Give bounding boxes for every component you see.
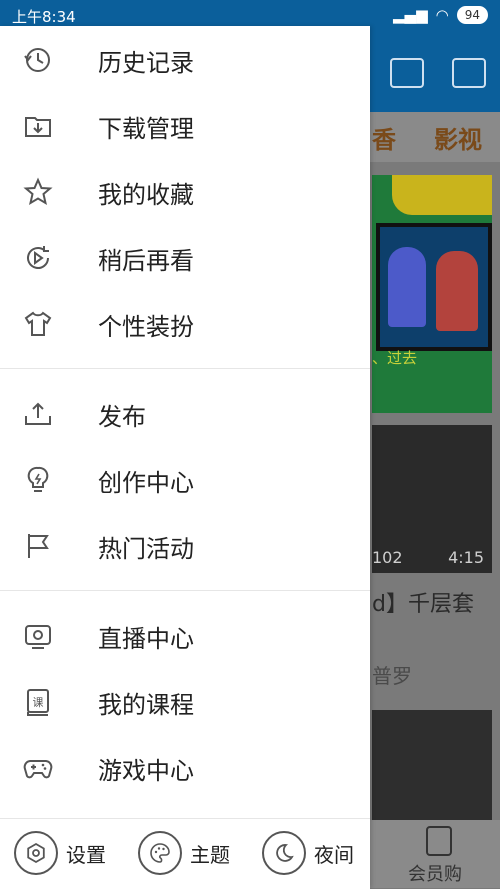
video-thumbnail-2[interactable]: 102 4:15 [372,425,492,573]
course-book-icon: 课 [27,689,49,716]
menu-item-downloads[interactable]: 下载管理 [0,98,370,154]
menu-item-my-courses[interactable]: 课 我的课程 [0,674,370,730]
menu-item-history[interactable]: 历史记录 [0,32,370,88]
nav-member-shop[interactable]: 会员购 [408,860,462,886]
status-time: 上午8:34 [12,8,76,26]
star-icon [23,177,53,206]
divider [0,368,370,369]
menu-item-hot-events[interactable]: 热门活动 [0,518,370,574]
bottom-nav: 会员购 [370,820,500,888]
video-thumbnail-3[interactable] [372,710,492,820]
menu-label: 下载管理 [98,114,194,143]
history-icon [24,48,50,72]
menu-label: 创作中心 [98,468,194,497]
menu-item-creator-center[interactable]: 创作中心 [0,452,370,508]
drawer-bottom-bar: 设置 主题 夜间 [0,818,370,889]
theme-label: 主题 [190,842,230,867]
tv-icon [25,625,51,649]
battery-level: 94 [456,6,488,24]
mail-icon[interactable] [452,58,486,88]
menu-label: 历史记录 [98,48,194,77]
video-duration: 4:15 [448,548,484,567]
watch-later-icon [27,246,49,269]
theme-button[interactable]: 主题 [138,831,230,875]
menu-label: 热门活动 [98,534,194,563]
settings-button[interactable]: 设置 [14,831,106,875]
menu-label: 游戏中心 [98,756,194,785]
shopping-bag-icon[interactable] [426,826,452,856]
settings-icon [14,831,58,875]
menu-item-watch-later[interactable]: 稍后再看 [0,230,370,286]
palette-icon [138,831,182,875]
menu-item-themes-outfit[interactable]: 个性装扮 [0,296,370,352]
video-author[interactable]: 普罗 [372,660,412,689]
video-caption: 、过去 [372,349,418,367]
gamepad-icon [23,760,53,779]
download-folder-icon [25,117,51,137]
shirt-icon [24,311,52,336]
side-drawer: 历史记录 下载管理 我的收藏 稍后再看 个性装扮 发布 创作中心 热门活动 直播… [0,26,370,889]
status-bar: 上午8:34 ▂▄▆ ◠ 94 [0,0,500,26]
menu-item-game-center[interactable]: 游戏中心 [0,740,370,796]
menu-label: 个性装扮 [98,312,194,341]
menu-item-favorites[interactable]: 我的收藏 [0,164,370,220]
night-mode-button[interactable]: 夜间 [262,831,354,875]
tab-fragment[interactable]: 香 [372,120,396,155]
menu-label: 稍后再看 [98,246,194,275]
moon-icon [262,831,306,875]
flag-icon [28,534,49,558]
menu-label: 我的收藏 [98,180,194,209]
upload-icon [25,402,51,425]
menu-label: 发布 [98,402,146,431]
menu-item-live-center[interactable]: 直播中心 [0,608,370,664]
menu-label: 直播中心 [98,624,194,653]
settings-label: 设置 [66,842,106,867]
download-icon[interactable] [390,58,424,88]
menu-label: 我的课程 [98,690,194,719]
signal-icon: ▂▄▆ [393,6,428,24]
divider [0,590,370,591]
tab-movies[interactable]: 影视 [434,120,482,155]
svg-text:课: 课 [33,696,44,709]
wifi-icon: ◠ [435,6,449,24]
menu-item-publish[interactable]: 发布 [0,386,370,442]
video-thumbnail[interactable]: 、过去 [372,175,492,413]
lightbulb-icon [27,466,49,492]
night-label: 夜间 [314,842,354,867]
view-count: 102 [372,548,403,567]
video-title[interactable]: d】千层套 [372,586,474,618]
